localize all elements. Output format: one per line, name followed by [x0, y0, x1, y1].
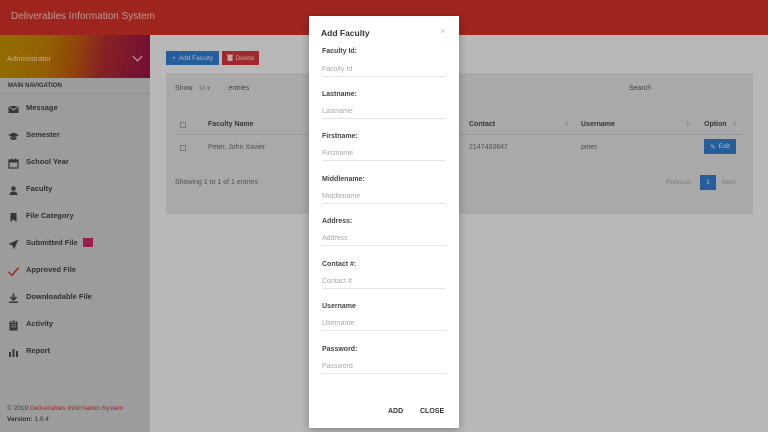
username-field[interactable]: [322, 317, 446, 331]
username-label: Username: [322, 303, 356, 310]
middlename-field[interactable]: [322, 190, 446, 204]
close-button[interactable]: CLOSE: [420, 408, 444, 415]
add-faculty-modal: Add Faculty × Faculty Id: Lastname: Firs…: [309, 16, 459, 428]
lastname-label: Lastname:: [322, 91, 358, 98]
firstname-label: Firstname:: [322, 133, 358, 140]
modal-title: Add Faculty: [321, 28, 370, 38]
address-label: Address:: [322, 218, 353, 225]
lastname-field[interactable]: [322, 105, 446, 119]
close-icon[interactable]: ×: [440, 26, 445, 36]
password-label: Password:: [322, 346, 358, 353]
add-button[interactable]: ADD: [388, 408, 403, 415]
password-field[interactable]: [322, 360, 446, 374]
address-field[interactable]: [322, 232, 446, 246]
contact-field[interactable]: [322, 275, 446, 289]
firstname-field[interactable]: [322, 147, 446, 161]
contact-label: Contact #:: [322, 261, 357, 268]
faculty-id-label: Faculty Id:: [322, 48, 358, 55]
middlename-label: Middlename:: [322, 176, 365, 183]
faculty-id-field[interactable]: [322, 63, 446, 77]
